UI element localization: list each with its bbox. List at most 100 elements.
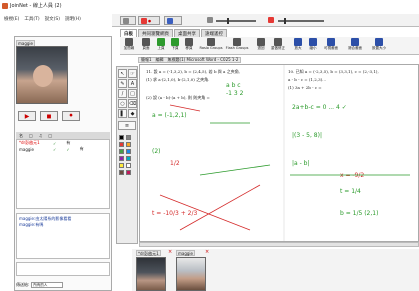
- toolbar-item-12[interactable]: 適合畫面: [346, 38, 364, 51]
- color-swatch[interactable]: [119, 142, 124, 147]
- line-tool[interactable]: /: [118, 89, 127, 98]
- toolbar-item-7[interactable]: 退回: [254, 38, 268, 51]
- toolbar-item-1[interactable]: 頁面: [139, 38, 153, 51]
- printed-line: (1) 求 a·(2,1,0), b·(2,1,0) 之夾角.: [146, 76, 209, 82]
- volume-slider[interactable]: [216, 20, 256, 22]
- printed-line: a - b - c = (1,2,3)...: [288, 77, 326, 82]
- handwriting-green: b = 1/5 (2,1): [340, 210, 378, 217]
- toolbar-item-3[interactable]: 下頁: [168, 38, 182, 51]
- play-button[interactable]: ▶: [18, 111, 36, 121]
- toolbar-item-10[interactable]: 縮小: [306, 38, 320, 51]
- top-toolbar: ●: [112, 14, 419, 27]
- color-swatch[interactable]: [126, 149, 131, 154]
- whiteboard-drawing: 11. 設 a = (-1,3,2), b = (2,4,5), 若 b 與 a…: [146, 65, 410, 241]
- color-swatch[interactable]: [126, 163, 131, 168]
- color-swatch[interactable]: [119, 170, 124, 175]
- printed-line: (2) 設 (a - b)·(a + b), 則 則夾角 =: [146, 94, 210, 100]
- handwriting-green: |a - b|: [292, 160, 310, 167]
- eraser-tool[interactable]: ⌫: [128, 99, 137, 108]
- thumbnail-video[interactable]: [136, 257, 166, 291]
- color-swatch[interactable]: [126, 142, 131, 147]
- color-swatch[interactable]: [126, 170, 131, 175]
- user-check-2: ✓: [66, 146, 70, 152]
- color-swatch[interactable]: [126, 156, 131, 161]
- thumb-user-tag: *dr彭啟元1: [136, 250, 161, 256]
- handwriting-green: a b c: [226, 82, 241, 89]
- thumbnail-video[interactable]: [176, 257, 206, 291]
- color-swatch[interactable]: [119, 163, 124, 168]
- toolbar-item-11[interactable]: 可視畫面: [322, 38, 340, 51]
- col-video: □: [29, 133, 33, 138]
- color-swatch[interactable]: [119, 156, 124, 161]
- eraser-icon: ⌫: [129, 101, 137, 107]
- undo-icon: [257, 38, 265, 46]
- share-icon: [123, 17, 129, 24]
- volume-slider-knob[interactable]: [227, 18, 229, 24]
- chat-input[interactable]: [16, 262, 110, 276]
- handwriting-green: a = (-1,2,1): [152, 112, 187, 119]
- webcam-video: [16, 46, 68, 104]
- menu-help[interactable]: 說明(H): [65, 16, 81, 22]
- handwriting-green: (2): [152, 148, 161, 155]
- whiteboard-toolbar: 加簡報 頁面 上頁 下頁 移頁 Rasio Groups Flash Group…: [120, 37, 419, 55]
- color-swatch[interactable]: [126, 135, 131, 140]
- line-width-icon: ≡: [124, 123, 130, 129]
- close-icon[interactable]: ×: [168, 250, 173, 255]
- user-row[interactable]: maggie ✓ ✓ 有: [17, 146, 109, 152]
- pointer-tool[interactable]: ☞: [128, 69, 137, 78]
- drawing-palette: ↖ ☞ ✎ A / □ ○ ⌫ ▌ ◆ ≡: [116, 66, 138, 244]
- toolbar-item-9[interactable]: 放大: [291, 38, 305, 51]
- toolbar-item-0[interactable]: 加簡報: [122, 38, 136, 51]
- toolbar-item-4[interactable]: 移頁: [182, 38, 196, 51]
- rect-tool[interactable]: □: [128, 89, 137, 98]
- color-swatch[interactable]: [119, 149, 124, 154]
- snapshot-button[interactable]: ◼: [40, 111, 58, 121]
- toolbar-item-6[interactable]: Flash Groups: [226, 38, 248, 50]
- settings-button[interactable]: [164, 16, 182, 25]
- toolbar-item-5[interactable]: Rasio Groups: [199, 38, 223, 50]
- share-button[interactable]: [120, 16, 136, 25]
- doc-tab-left: 簡報1: [141, 57, 152, 62]
- close-icon[interactable]: ×: [205, 250, 210, 255]
- document-tab[interactable]: 簡報1 編輯 無標題(1) Microsoft Word - C025 1-2: [138, 57, 242, 63]
- user-check-1: ✓: [53, 146, 57, 152]
- visible-area-icon: [327, 38, 335, 46]
- menu-text[interactable]: 說文(S): [45, 16, 60, 22]
- play-icon: ▶: [24, 112, 30, 120]
- pen-tool[interactable]: ✎: [118, 79, 127, 88]
- flash-groups-icon: [233, 38, 241, 46]
- highlighter-tool[interactable]: ▌: [118, 109, 127, 118]
- speaker-icon: [207, 17, 213, 23]
- line-width-tool[interactable]: ≡: [118, 121, 136, 130]
- mic-slider-knob[interactable]: [284, 18, 286, 24]
- user-flag: 有: [66, 140, 71, 145]
- wrench-icon: [167, 17, 173, 24]
- ellipse-tool[interactable]: ○: [118, 99, 127, 108]
- menu-tools[interactable]: 工具(T): [24, 16, 39, 22]
- arrow-icon: ↖: [120, 71, 125, 77]
- menu-bar: 檢視(E) 工具(T) 說文(S) 說明(H): [0, 14, 112, 24]
- menu-view[interactable]: 檢視(E): [4, 16, 19, 22]
- col-audio: ♫: [38, 133, 43, 138]
- fill-tool[interactable]: ◆: [128, 109, 137, 118]
- send-to-select[interactable]: 所有的人: [31, 282, 64, 288]
- record-video-button[interactable]: ⏺: [62, 111, 80, 121]
- user-name: *dr彭啟元1: [19, 140, 40, 145]
- whiteboard-scrollbar[interactable]: [139, 242, 419, 247]
- whiteboard-canvas[interactable]: 11. 設 a = (-1,3,2), b = (2,4,5), 若 b 與 a…: [139, 64, 419, 242]
- fit-screen-icon: [351, 38, 359, 46]
- color-swatch[interactable]: [119, 135, 124, 140]
- pen-icon: ✎: [120, 81, 125, 87]
- window-title: JoinNet - 線上人員 (2): [10, 3, 62, 9]
- toolbar-item-2[interactable]: 上頁: [154, 38, 168, 51]
- microphone-icon: [268, 17, 274, 23]
- user-list: *dr彭啟元1 ✓ 有 maggie ✓ ✓ 有: [16, 139, 110, 209]
- toolbar-item-8[interactable]: 重做修正: [269, 38, 287, 51]
- redo-icon: [274, 38, 282, 46]
- toolbar-item-13[interactable]: 設置大小: [370, 38, 388, 51]
- record-button[interactable]: ●: [138, 16, 160, 25]
- col-extra: □: [48, 133, 53, 138]
- text-tool[interactable]: A: [128, 79, 137, 88]
- arrow-tool[interactable]: ↖: [118, 69, 127, 78]
- fill-icon: ◆: [130, 111, 135, 117]
